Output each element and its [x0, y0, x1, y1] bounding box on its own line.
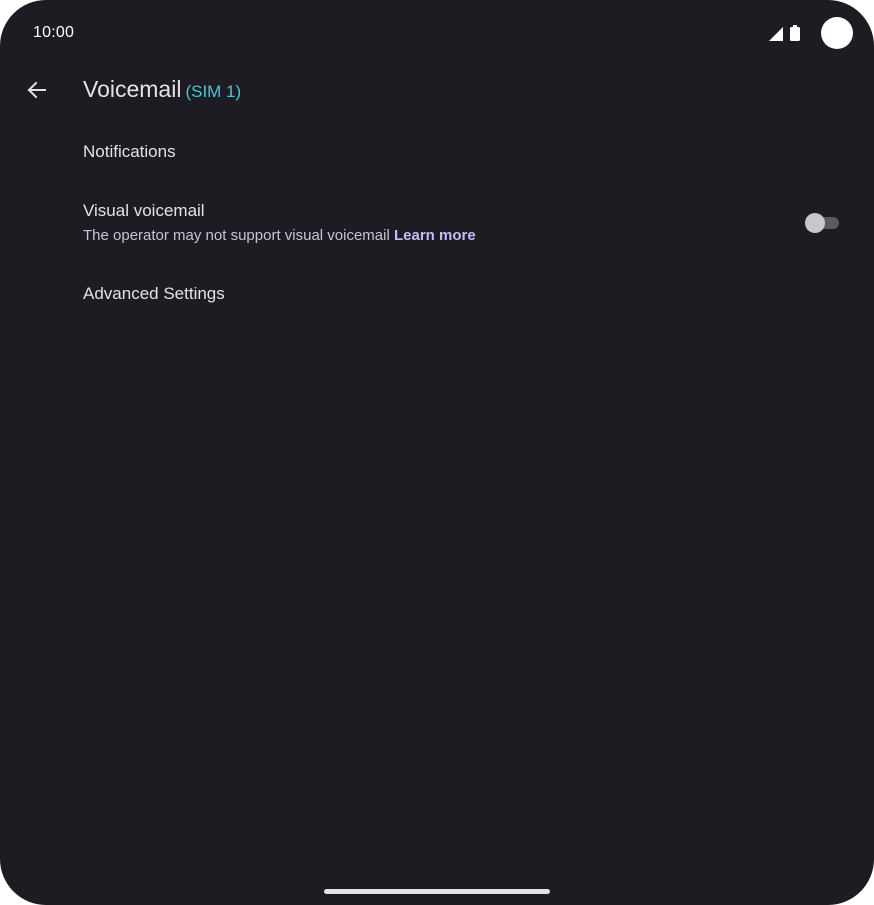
sim-label: (SIM 1)	[185, 82, 242, 101]
visual-voicemail-title: Visual voicemail	[83, 201, 205, 220]
arrow-back-icon	[27, 81, 46, 99]
camera-cutout	[821, 17, 853, 49]
status-time: 10:00	[33, 24, 75, 41]
notifications-title: Notifications	[83, 142, 176, 161]
visual-voicemail-summary: The operator may not support visual voic…	[83, 227, 476, 244]
visual-voicemail-switch[interactable]	[805, 213, 839, 233]
advanced-settings-title: Advanced Settings	[83, 284, 225, 303]
app-bar: Voicemail (SIM 1)	[0, 66, 874, 116]
visual-voicemail-item[interactable]: Visual voicemail The operator may not su…	[0, 186, 874, 262]
advanced-settings-item[interactable]: Advanced Settings	[0, 266, 874, 322]
cellular-signal-icon	[769, 27, 783, 41]
gesture-nav-handle[interactable]	[324, 889, 550, 894]
back-button[interactable]	[19, 72, 55, 108]
visual-voicemail-summary-text: The operator may not support visual voic…	[83, 227, 390, 244]
page-title: Voicemail	[83, 76, 182, 102]
phone-screen: 10:00 Voicemail (SIM 1) Notifications Vis…	[0, 0, 874, 905]
status-bar: 10:00	[0, 0, 874, 66]
page-title-group: Voicemail (SIM 1)	[83, 76, 241, 103]
switch-thumb	[805, 213, 825, 233]
battery-icon	[790, 25, 800, 41]
learn-more-link[interactable]: Learn more	[394, 227, 476, 244]
notifications-item[interactable]: Notifications	[0, 124, 874, 180]
